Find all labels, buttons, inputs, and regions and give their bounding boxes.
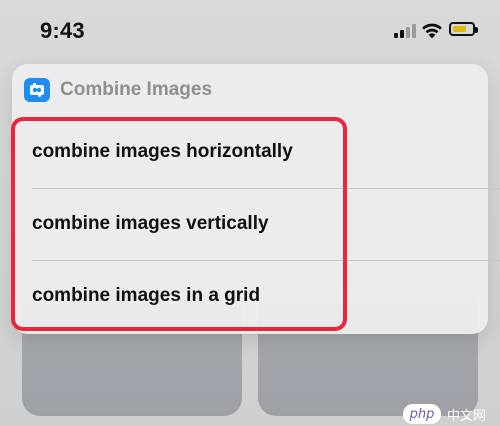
watermark-text: 中文网 bbox=[447, 407, 487, 423]
card-header: Combine Images bbox=[24, 78, 212, 102]
battery-level-fill bbox=[453, 26, 466, 32]
shortcuts-app-icon bbox=[24, 78, 50, 102]
card-title: Combine Images bbox=[60, 79, 213, 100]
signal-bar bbox=[412, 24, 416, 38]
watermark: php 中文网 bbox=[403, 404, 486, 424]
highlight-box bbox=[11, 117, 347, 331]
wifi-icon bbox=[420, 20, 444, 40]
status-bar: 9:43 bbox=[0, 0, 500, 60]
signal-bar bbox=[394, 33, 398, 38]
signal-bar bbox=[400, 30, 404, 38]
watermark-logo: php bbox=[403, 404, 441, 424]
battery-icon bbox=[449, 22, 478, 36]
status-time: 9:43 bbox=[40, 18, 85, 43]
signal-bar bbox=[406, 27, 410, 38]
cellular-signal-icon bbox=[394, 24, 418, 38]
